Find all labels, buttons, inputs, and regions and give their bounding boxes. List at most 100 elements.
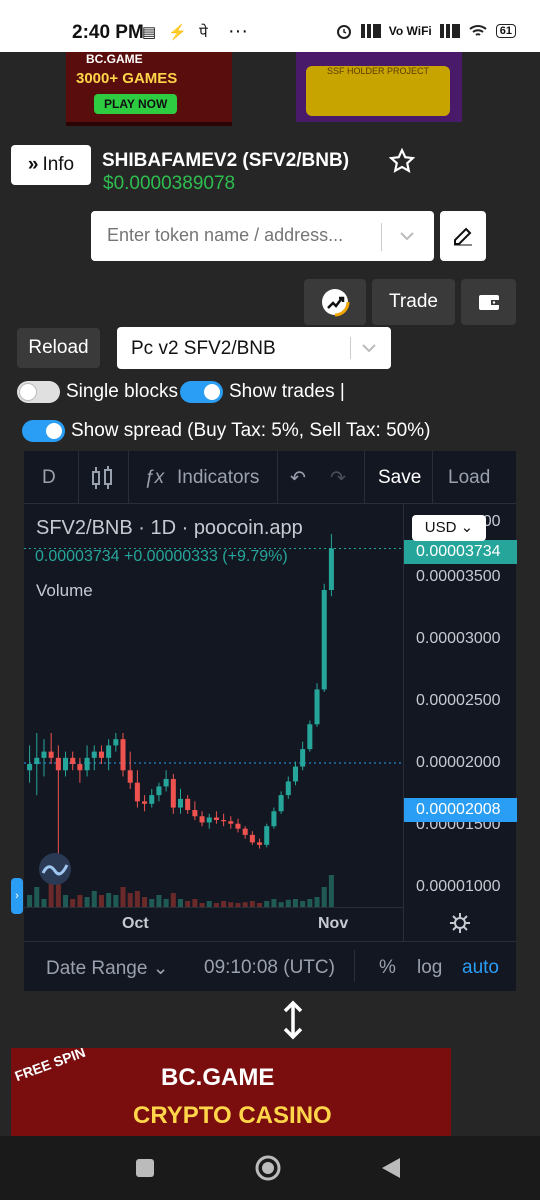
token-search[interactable] — [91, 211, 434, 261]
candle-body — [48, 751, 54, 758]
candle-body — [314, 689, 320, 725]
candle-body — [242, 828, 248, 835]
y-tick-label: 0.00002500 — [416, 691, 501, 709]
volume-bar — [170, 893, 176, 907]
candle-body — [77, 764, 83, 771]
indicators-button[interactable]: Indicators — [177, 467, 259, 489]
volume-bar — [192, 899, 198, 907]
y-tick-label: 0.00001000 — [416, 878, 501, 896]
candle-body — [221, 819, 227, 822]
candle-body — [98, 751, 104, 758]
single-blocks-toggle[interactable] — [17, 381, 60, 403]
edit-icon — [454, 227, 472, 246]
redo-icon[interactable]: ↷ — [330, 467, 346, 490]
pair-select-divider — [350, 337, 351, 359]
utc-clock[interactable]: 09:10:08 (UTC) — [204, 957, 335, 979]
home-icon[interactable] — [255, 1155, 281, 1181]
undo-icon[interactable]: ↶ — [290, 467, 306, 490]
chevron-down-icon[interactable] — [397, 226, 417, 246]
single-blocks-toggle-row[interactable]: Single blocks — [17, 381, 178, 403]
load-button[interactable]: Load — [448, 467, 490, 489]
edit-button[interactable] — [440, 211, 486, 261]
wallet-icon — [478, 295, 499, 310]
back-icon[interactable] — [380, 1156, 402, 1180]
candle-body — [257, 842, 263, 845]
candle-body — [300, 749, 306, 767]
show-trades-label: Show trades | — [229, 381, 345, 402]
candle-body — [41, 751, 47, 758]
ad-free-spin: FREE SPIN — [12, 1048, 88, 1085]
search-divider — [381, 223, 382, 251]
volume-bar — [314, 897, 320, 907]
volume-bar — [41, 899, 47, 907]
system-icons: Vo WiFi 61 — [335, 22, 516, 40]
candle-body — [278, 795, 284, 812]
recent-apps-icon[interactable] — [134, 1157, 156, 1179]
candle-body — [170, 778, 176, 808]
token-title: SHIBAFAMEV2 (SFV2/BNB) — [102, 150, 350, 171]
ad-banner-top-left[interactable]: BC.GAME 3000+ GAMES PLAY NOW — [66, 52, 232, 126]
candle-body — [91, 751, 97, 758]
ad-brand: BC.GAME — [86, 52, 143, 66]
more-notifications-icon: ··· — [228, 20, 248, 42]
candle-body — [106, 745, 112, 758]
show-spread-toggle-row[interactable]: Show spread (Buy Tax: 5%, Sell Tax: 50%) — [22, 420, 430, 442]
volume-bar — [120, 887, 126, 907]
volume-bar — [271, 899, 277, 907]
volume-bar — [127, 893, 133, 907]
star-icon[interactable] — [389, 148, 415, 174]
show-trades-toggle-row[interactable]: Show trades | — [180, 381, 345, 403]
trade-button[interactable]: Trade — [372, 279, 455, 325]
volume-bar — [328, 875, 334, 907]
show-trades-toggle[interactable] — [180, 381, 223, 403]
price-axis[interactable]: 0.00004000 0.000010000.000015000.0000200… — [403, 503, 517, 907]
candle-body — [34, 757, 40, 765]
candle-body — [192, 810, 198, 817]
log-toggle[interactable]: log — [417, 957, 442, 979]
battery-icon: 61 — [495, 24, 516, 38]
volume-bar — [77, 895, 83, 907]
reload-button[interactable]: Reload — [17, 328, 100, 368]
chart-type-button[interactable] — [304, 279, 366, 325]
ad-play-button[interactable]: PLAY NOW — [94, 94, 178, 114]
wallet-button[interactable] — [461, 279, 516, 325]
volume-bar — [307, 899, 313, 907]
candle-body — [142, 801, 148, 804]
currency-select[interactable]: USD ⌄ — [412, 515, 486, 541]
candle-body — [55, 757, 61, 771]
resize-arrows-icon[interactable] — [280, 1000, 306, 1040]
interval-button[interactable]: D — [42, 467, 56, 489]
ad-brand: BC.GAME — [161, 1064, 275, 1091]
volume-bar — [177, 899, 184, 907]
candle-body — [328, 548, 334, 591]
info-button[interactable]: » Info — [11, 145, 91, 185]
candle-body — [177, 798, 184, 808]
token-price: $0.0000389078 — [103, 173, 236, 194]
auto-toggle[interactable]: auto — [462, 957, 499, 979]
chart-logo-icon — [322, 289, 350, 317]
save-button[interactable]: Save — [378, 467, 421, 489]
ad-headline: 3000+ GAMES — [76, 70, 178, 87]
date-range-button[interactable]: Date Range ⌄ — [46, 957, 169, 980]
fx-icon[interactable]: ƒx — [144, 467, 164, 489]
percent-toggle[interactable]: % — [379, 957, 396, 979]
chart-settings-icon[interactable] — [449, 912, 471, 934]
show-spread-toggle[interactable] — [22, 420, 65, 442]
x-tick-oct: Oct — [122, 915, 149, 932]
tradingview-logo-icon[interactable] — [35, 853, 75, 885]
candle-body — [134, 782, 140, 802]
search-input[interactable] — [105, 224, 379, 247]
time-axis[interactable]: Oct Nov — [24, 907, 403, 940]
candles-icon[interactable] — [90, 465, 114, 491]
volume-bar — [163, 899, 169, 907]
volume-bar — [149, 899, 155, 907]
volume-bar — [321, 887, 327, 907]
ad-banner-bottom[interactable]: FREE SPIN BC.GAME CRYPTO CASINO — [11, 1048, 451, 1136]
volume-bar — [134, 891, 140, 907]
x-tick-nov: Nov — [318, 915, 349, 932]
ad-banner-top-right[interactable]: SSF HOLDER PROJECT — [296, 52, 462, 122]
chart-legend-title: SFV2/BNB · 1D · poocoin.app — [36, 517, 303, 539]
pair-select[interactable]: Pc v2 SFV2/BNB — [117, 327, 391, 369]
chart-sidebar-handle[interactable]: › — [11, 878, 23, 914]
volume-bar — [91, 891, 97, 907]
